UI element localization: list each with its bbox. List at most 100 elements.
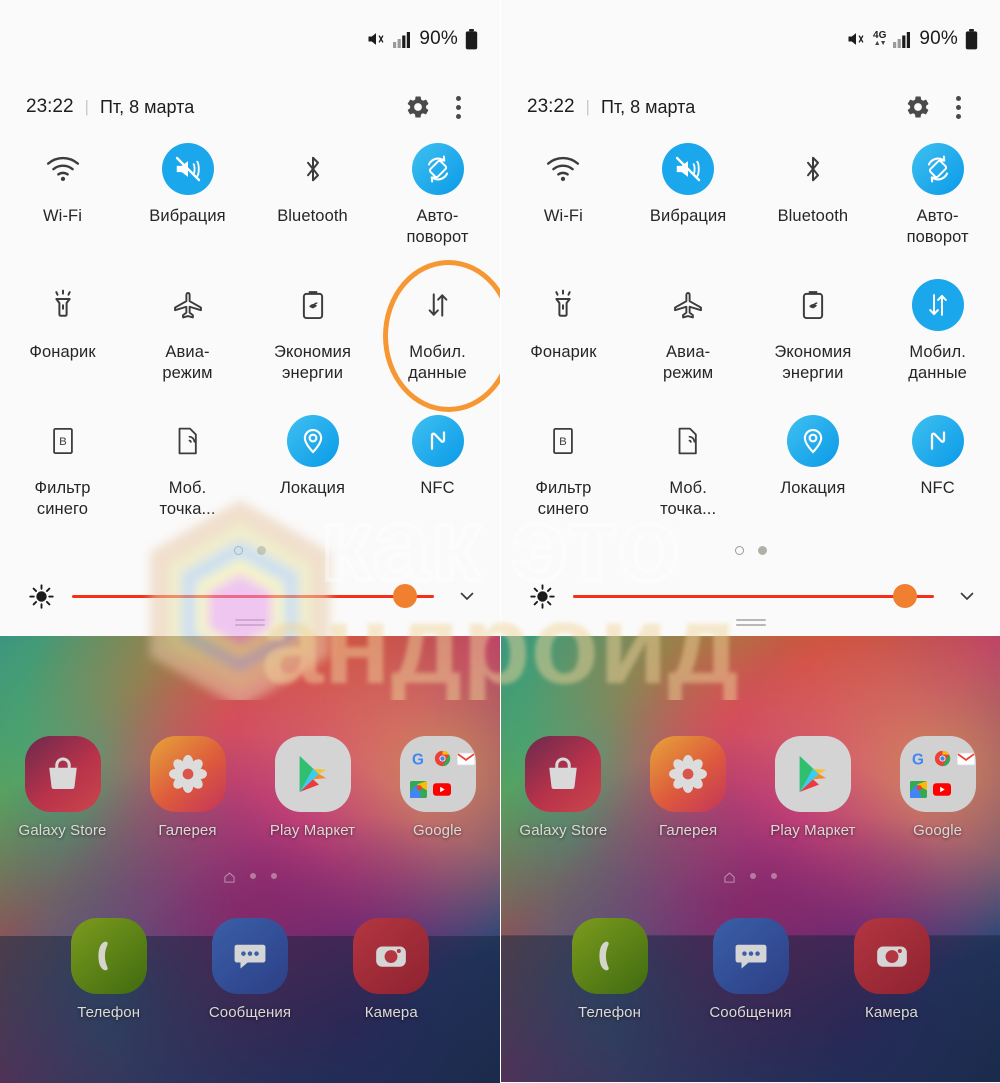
gallery-icon [149, 736, 226, 812]
volume-mute-icon [846, 29, 866, 49]
app-gallery[interactable]: Галерея [125, 736, 250, 839]
page-dot-current[interactable] [734, 546, 744, 555]
tile-airplane-mode[interactable]: Авиа-режим [125, 269, 250, 405]
data-transfer-arrows-icon: ▲▼ [873, 40, 887, 47]
tile-location[interactable]: Локация [250, 405, 375, 541]
status-bar-left: 90% [0, 0, 500, 78]
tile-flashlight[interactable]: Фонарик [0, 269, 125, 405]
app-camera[interactable]: Камера [821, 918, 962, 1021]
brightness-slider-thumb[interactable] [893, 584, 918, 608]
brightness-slider-row-left[interactable] [0, 570, 500, 622]
tile-bluetooth[interactable]: Bluetooth [751, 133, 876, 269]
chevron-down-icon[interactable] [952, 581, 982, 611]
home-page-dot[interactable] [771, 872, 777, 879]
app-phone[interactable]: Телефон [539, 918, 680, 1021]
home-page-dot[interactable] [270, 872, 277, 879]
app-galaxy-store[interactable]: Galaxy Store [0, 736, 125, 839]
phone-screenshot-right: 4G ▲▼ 90% 23:22 | Пт, 8 марта Wi-Fi Вибр… [500, 0, 1000, 1083]
tile-power-saving[interactable]: Экономия энергии [250, 269, 375, 405]
app-camera[interactable]: Камера [321, 918, 462, 1021]
tile-bluetooth[interactable]: Bluetooth [250, 133, 375, 269]
page-dot[interactable] [257, 546, 266, 555]
kebab-menu-icon[interactable] [438, 87, 478, 127]
tile-row-1: Wi-Fi Вибрация Bluetooth Авто- поворот [501, 133, 1000, 269]
app-google-folder[interactable]: G Google [875, 736, 1000, 839]
brightness-slider-track[interactable] [72, 584, 434, 608]
tile-mobile-hotspot[interactable]: Моб. точка... [125, 405, 250, 541]
brightness-slider-track[interactable] [573, 584, 934, 608]
page-dot-current[interactable] [234, 546, 243, 555]
tile-wifi[interactable]: Wi-Fi [0, 133, 125, 269]
page-dot[interactable] [757, 546, 767, 555]
tile-mobile-data[interactable]: Мобил. данные [375, 260, 500, 412]
home-page-indicator-left[interactable] [0, 870, 500, 883]
svg-text:G: G [912, 751, 924, 768]
tile-auto-rotate[interactable]: Авто-поворот [375, 133, 500, 269]
tile-label: Мобил. данные [908, 343, 967, 382]
tile-blue-light-filter[interactable]: B Фильтр синего [0, 405, 125, 541]
app-play-store[interactable]: Play Маркет [250, 736, 375, 839]
chevron-down-icon[interactable] [452, 581, 482, 611]
app-label: Камера [864, 1004, 919, 1021]
tile-label: Wi-Fi [43, 207, 82, 225]
app-play-store[interactable]: Play Маркет [751, 736, 876, 839]
vibrate-mute-icon [161, 143, 214, 195]
phone-icon [571, 918, 648, 994]
google-search-icon: G [408, 748, 429, 769]
tile-mobile-hotspot[interactable]: Моб. точка... [626, 405, 751, 541]
home-icon[interactable] [223, 870, 235, 883]
google-search-icon: G [908, 748, 929, 769]
quick-panel-page-dots-right[interactable] [501, 546, 1000, 555]
messages-icon [712, 918, 789, 994]
app-messages[interactable]: Сообщения [179, 918, 320, 1021]
tile-mobile-data[interactable]: Мобил. данные [875, 269, 1000, 405]
gmail-icon [456, 748, 476, 769]
tile-row-3: B Фильтр синего Моб. точка... Локация NF… [0, 405, 500, 541]
quick-settings-tiles-right: Wi-Fi Вибрация Bluetooth Авто- поворот Ф… [501, 133, 1000, 541]
tile-nfc[interactable]: NFC [375, 405, 500, 541]
home-page-dot[interactable] [750, 872, 756, 879]
app-messages[interactable]: Сообщения [680, 918, 821, 1021]
tile-blue-light-filter[interactable]: B Фильтр синего [501, 405, 626, 541]
svg-text:B: B [59, 436, 67, 448]
app-phone[interactable]: Телефон [38, 918, 179, 1021]
tile-label: Авиа-режим [162, 343, 213, 382]
tile-auto-rotate[interactable]: Авто-поворот [875, 133, 1000, 269]
tile-label: Локация [780, 479, 846, 497]
power-saving-icon [787, 279, 839, 331]
app-label: Галерея [158, 822, 217, 839]
tile-flashlight[interactable]: Фонарик [501, 269, 626, 405]
tile-vibrate[interactable]: Вибрация [125, 133, 250, 269]
app-label: Galaxy Store [18, 822, 107, 839]
brightness-slider-thumb[interactable] [393, 584, 418, 608]
tile-label: Вибрация [149, 207, 226, 225]
tile-power-saving[interactable]: Экономия энергии [751, 269, 876, 405]
gear-icon[interactable] [398, 87, 438, 127]
app-galaxy-store[interactable]: Galaxy Store [501, 736, 626, 839]
gear-icon[interactable] [898, 87, 938, 127]
blue-light-filter-icon: B [537, 415, 589, 467]
brightness-icon [26, 581, 56, 611]
tile-label: Моб. точка... [159, 479, 216, 518]
home-icon[interactable] [724, 870, 735, 883]
brightness-slider-row-right[interactable] [501, 570, 1000, 622]
blue-light-filter-icon: B [37, 415, 89, 467]
galaxy-store-icon [525, 736, 602, 812]
tile-row-2: Фонарик Авиа-режим Экономия энергии Моби… [501, 269, 1000, 405]
tile-vibrate[interactable]: Вибрация [626, 133, 751, 269]
tile-airplane-mode[interactable]: Авиа-режим [626, 269, 751, 405]
wifi-icon [37, 143, 89, 195]
kebab-menu-icon[interactable] [938, 87, 978, 127]
home-page-indicator-right[interactable] [501, 870, 1000, 883]
quick-panel-page-dots-left[interactable] [0, 546, 500, 555]
tile-label: Bluetooth [277, 207, 348, 225]
tile-wifi[interactable]: Wi-Fi [501, 133, 626, 269]
tile-label: Экономия энергии [273, 343, 352, 382]
tile-nfc[interactable]: NFC [875, 405, 1000, 541]
panel-grabber-icon[interactable] [735, 619, 766, 626]
app-google-folder[interactable]: G Google [375, 736, 500, 839]
app-gallery[interactable]: Галерея [626, 736, 751, 839]
home-page-dot[interactable] [249, 872, 256, 879]
panel-grabber-icon[interactable] [235, 619, 265, 626]
tile-location[interactable]: Локация [751, 405, 876, 541]
